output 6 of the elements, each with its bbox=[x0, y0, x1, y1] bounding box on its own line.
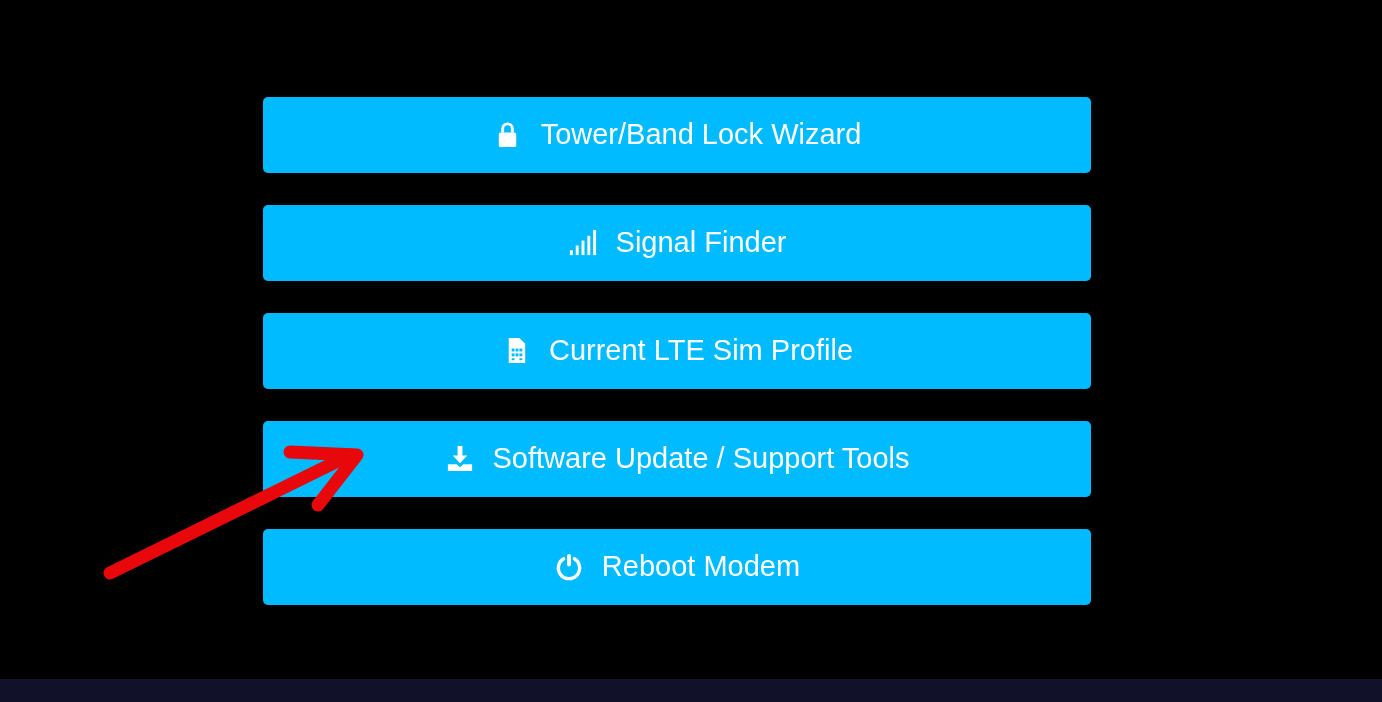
menu-button[interactable]: Tower/Band Lock Wizard bbox=[263, 97, 1091, 173]
menu-button[interactable]: Reboot Modem bbox=[263, 529, 1091, 605]
menu-button[interactable]: Signal Finder bbox=[263, 205, 1091, 281]
menu-button[interactable]: Current LTE Sim Profile bbox=[263, 313, 1091, 389]
signal-icon bbox=[567, 228, 598, 258]
menu-button[interactable]: Software Update / Support Tools bbox=[263, 421, 1091, 497]
